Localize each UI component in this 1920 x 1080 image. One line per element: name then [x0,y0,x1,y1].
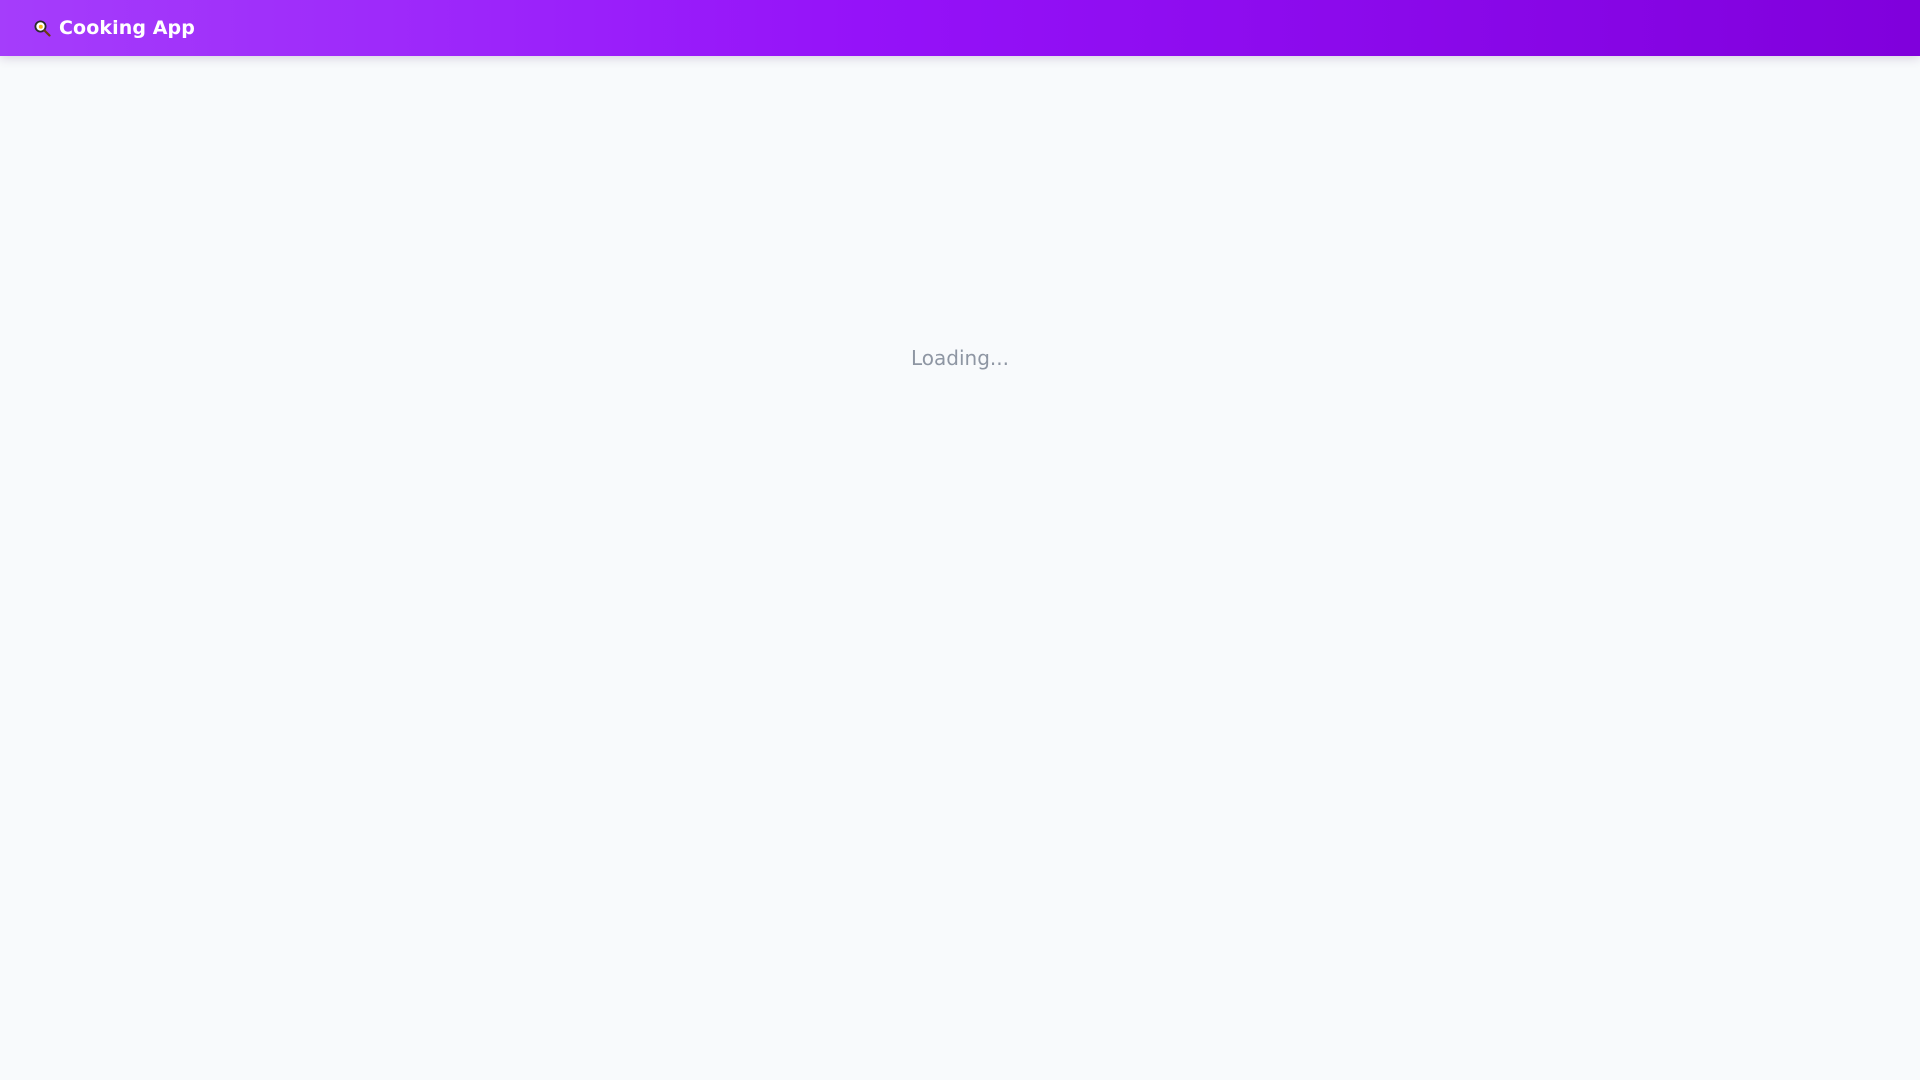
main-content: Loading... [0,56,1920,1080]
top-navigation-bar: Cooking App [0,0,1920,56]
app-brand-link[interactable]: Cooking App [33,17,195,39]
frying-pan-icon [33,19,51,37]
loading-indicator: Loading... [911,346,1009,370]
app-title: Cooking App [59,17,195,39]
